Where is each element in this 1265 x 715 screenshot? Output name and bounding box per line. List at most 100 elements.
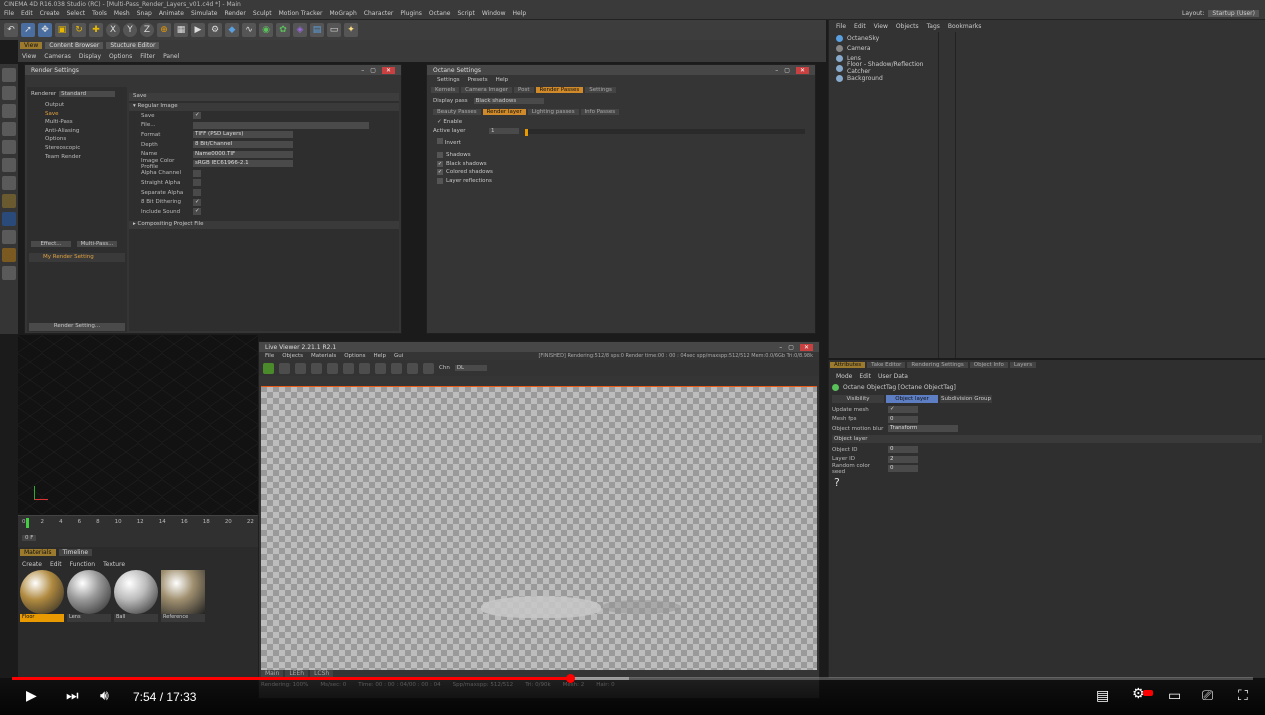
render-settings-icon[interactable]: ⚙: [208, 23, 222, 37]
help-icon[interactable]: ?: [834, 476, 840, 489]
attribute-tab-1[interactable]: Take Editor: [867, 362, 906, 368]
pick-icon[interactable]: [407, 362, 418, 374]
layout-selector[interactable]: Layout: Startup (User): [1182, 10, 1259, 17]
octane-check-row[interactable]: Shadows: [437, 151, 805, 160]
material-swatch[interactable]: Reference: [161, 570, 205, 622]
attribute-value[interactable]: 0: [888, 446, 918, 453]
pause-icon[interactable]: [295, 362, 306, 374]
row-value[interactable]: ✓: [193, 112, 201, 120]
points-mode-icon[interactable]: [2, 140, 16, 154]
playhead[interactable]: [26, 518, 29, 528]
active-layer-field[interactable]: 1: [489, 128, 519, 134]
menu-simulate[interactable]: Simulate: [191, 10, 218, 17]
row-value[interactable]: [193, 121, 369, 129]
captions-icon[interactable]: ▤: [1096, 688, 1109, 704]
region-icon[interactable]: [327, 362, 338, 374]
current-frame-field[interactable]: 0 F: [22, 535, 37, 541]
layout-value[interactable]: Startup (User): [1208, 10, 1259, 17]
polygons-mode-icon[interactable]: [2, 176, 16, 190]
minimize-button[interactable]: –: [775, 67, 778, 74]
object-menu-tags[interactable]: Tags: [927, 23, 940, 30]
tab-materials[interactable]: Materials: [20, 549, 56, 556]
attribute-subtab-2[interactable]: Subdivision Group: [940, 395, 992, 403]
maximize-button[interactable]: ▢: [788, 344, 794, 351]
attribute-menu-0[interactable]: Mode: [836, 373, 852, 380]
y-axis-icon[interactable]: Y: [123, 23, 137, 37]
row-value[interactable]: sRGB IEC61966-2.1: [193, 160, 293, 168]
menu-octane[interactable]: Octane: [429, 10, 451, 17]
spline-icon[interactable]: ∿: [242, 23, 256, 37]
render-settings-titlebar[interactable]: Render Settings – ▢ ✕: [25, 65, 401, 75]
menu-sculpt[interactable]: Sculpt: [253, 10, 272, 17]
attribute-value[interactable]: Transform: [888, 425, 958, 432]
attribute-value[interactable]: 0: [888, 415, 918, 423]
row-value[interactable]: TIFF (PSD Layers): [193, 131, 293, 139]
fullscreen-icon[interactable]: ⛶: [1238, 688, 1248, 704]
lock-icon[interactable]: [375, 362, 386, 374]
row-value[interactable]: 8 Bit/Channel: [193, 141, 293, 149]
menu-help[interactable]: Help: [513, 10, 527, 17]
octane-menu-2[interactable]: Help: [496, 77, 509, 83]
material-swatch[interactable]: Lens: [67, 570, 111, 622]
octane-settings-titlebar[interactable]: Octane Settings – ▢ ✕: [427, 65, 815, 75]
enable-row[interactable]: ✓ Enable: [427, 117, 815, 127]
edges-mode-icon[interactable]: [2, 158, 16, 172]
minimize-button[interactable]: –: [361, 67, 364, 74]
material-menu-edit[interactable]: Edit: [50, 561, 62, 568]
live-viewer-menu-2[interactable]: Materials: [311, 353, 336, 359]
restart-render-icon[interactable]: [263, 362, 274, 374]
attribute-value[interactable]: ✓: [888, 406, 918, 413]
attribute-subtab-1[interactable]: Object layer: [886, 395, 938, 403]
menu-motion-tracker[interactable]: Motion Tracker: [279, 10, 323, 17]
live-viewer-menu-4[interactable]: Help: [373, 353, 386, 359]
render-settings-item[interactable]: Output: [27, 101, 127, 110]
object-row[interactable]: Background: [836, 73, 1256, 83]
object-row[interactable]: OctaneSky: [836, 33, 1256, 43]
octane-subtab-0[interactable]: Beauty Passes: [433, 109, 481, 115]
row-value[interactable]: [193, 189, 201, 197]
octane-menu-0[interactable]: Settings: [437, 77, 460, 83]
film-icon[interactable]: [391, 362, 402, 374]
deformer-icon[interactable]: ◈: [293, 23, 307, 37]
viewport-menu-filter[interactable]: Filter: [140, 53, 155, 60]
menu-render[interactable]: Render: [224, 10, 245, 17]
my-render-setting[interactable]: My Render Setting: [29, 253, 125, 262]
minimize-button[interactable]: –: [779, 344, 782, 351]
snap-icon[interactable]: [2, 230, 16, 244]
settings-icon[interactable]: [343, 362, 354, 374]
live-viewer-menu-0[interactable]: File: [265, 353, 274, 359]
close-button[interactable]: ✕: [799, 343, 813, 351]
attribute-tab-2[interactable]: Rendering Settings: [907, 362, 968, 368]
render-icon[interactable]: ▶: [191, 23, 205, 37]
checkbox[interactable]: ✓: [437, 160, 443, 167]
move-icon[interactable]: ✥: [38, 23, 52, 37]
menu-mograph[interactable]: MoGraph: [330, 10, 357, 17]
theater-mode-icon[interactable]: ▭: [1168, 688, 1181, 704]
attribute-tab-3[interactable]: Object Info: [969, 362, 1008, 368]
octane-tab-2[interactable]: Post: [513, 87, 534, 93]
attribute-tab-4[interactable]: Layers: [1009, 362, 1037, 368]
checkbox[interactable]: [437, 152, 443, 159]
nurbs-icon[interactable]: ◉: [259, 23, 273, 37]
camera-icon[interactable]: ▭: [327, 23, 341, 37]
compositing-group[interactable]: ▸ Compositing Project File: [129, 220, 399, 229]
add-icon[interactable]: ✚: [89, 23, 103, 37]
viewport-menu-cameras[interactable]: Cameras: [44, 53, 71, 60]
octane-subtab-2[interactable]: Lighting passes: [527, 109, 579, 115]
regular-image-group[interactable]: ▾ Regular Image: [129, 103, 399, 111]
live-viewer-menu-3[interactable]: Options: [344, 353, 365, 359]
solo-icon[interactable]: [2, 266, 16, 280]
octane-check-row[interactable]: Layer reflections: [437, 177, 805, 186]
next-button[interactable]: ⏭: [66, 688, 79, 704]
viewport-tab-0[interactable]: View: [20, 42, 43, 49]
stop-icon[interactable]: [311, 362, 322, 374]
live-viewer-tab-1[interactable]: LEEh: [285, 670, 309, 677]
render-settings-item[interactable]: Multi-Pass: [27, 118, 127, 127]
menu-edit[interactable]: Edit: [21, 10, 33, 17]
render-view-icon[interactable]: ▦: [174, 23, 188, 37]
octane-menu-1[interactable]: Presets: [468, 77, 488, 83]
row-value[interactable]: ✓: [193, 198, 201, 206]
effect-button[interactable]: Effect...: [31, 241, 71, 247]
checkbox[interactable]: ✓: [437, 169, 443, 176]
octane-tab-3[interactable]: Render Passes: [535, 87, 584, 93]
